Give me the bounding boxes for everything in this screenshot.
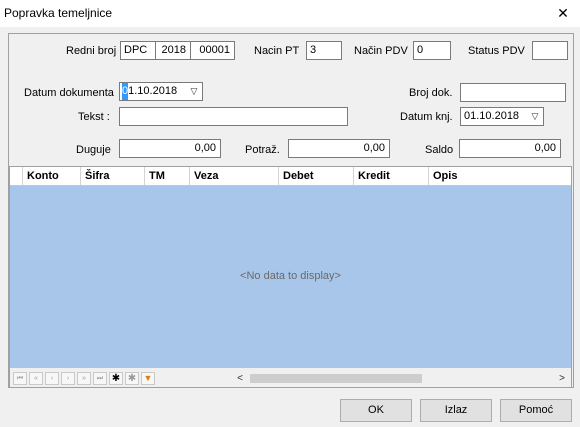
datum-dokumenta-picker[interactable]: 01.10.2018 ▽ [119,82,203,101]
datum-knj-value: 01.10.2018 [464,110,520,122]
nacin-pdv-label: Način PDV [354,45,408,57]
close-icon[interactable]: ✕ [549,2,577,24]
tekst-field[interactable] [119,107,348,126]
insert-record-icon[interactable]: ✱ [109,372,123,385]
nacin-pdv-field[interactable]: 0 [413,41,451,60]
horizontal-scrollbar[interactable]: < > [233,372,569,385]
grid-indicator-column [10,167,22,185]
entries-grid[interactable]: Konto Šifra TM Veza Debet Kredit Opis <N… [9,166,572,388]
scroll-right-icon[interactable]: > [555,372,569,385]
next-page-icon[interactable]: » [77,372,91,385]
status-pdv-field[interactable] [532,41,568,60]
broj-dok-field[interactable] [460,83,566,102]
column-sifra[interactable]: Šifra [80,167,144,185]
no-data-text: <No data to display> [240,270,341,282]
saldo-label: Saldo [425,144,454,156]
pomoc-button[interactable]: Pomoć [500,399,572,422]
datum-dokumenta-value: 1.10.2018 [128,85,178,97]
redni-broj-label: Redni broj [66,45,117,57]
datum-knj-label: Datum knj. [400,111,453,123]
datum-knj-picker[interactable]: 01.10.2018 ▽ [460,107,544,126]
grid-body[interactable]: <No data to display> [10,186,571,368]
delete-record-icon[interactable]: ✱ [125,372,139,385]
redni-broj-year-field[interactable]: 2018 [155,41,191,60]
column-konto[interactable]: Konto [22,167,80,185]
prev-record-icon[interactable]: ‹ [45,372,59,385]
nacin-pt-field[interactable]: 3 [306,41,342,60]
column-veza[interactable]: Veza [189,167,278,185]
window-title: Popravka temeljnice [4,6,113,20]
ok-button[interactable]: OK [340,399,412,422]
scrollbar-thumb[interactable] [250,374,422,383]
column-tm[interactable]: TM [144,167,189,185]
last-record-icon[interactable]: ⏭ [93,372,107,385]
redni-broj-prefix-field[interactable]: DPC [120,41,156,60]
column-kredit[interactable]: Kredit [353,167,428,185]
scroll-left-icon[interactable]: < [233,372,247,385]
title-bar: Popravka temeljnice ✕ [0,0,580,27]
duguje-field[interactable]: 0,00 [119,139,221,158]
tekst-label: Tekst : [78,111,110,123]
datum-dokumenta-label: Datum dokumenta [24,87,114,99]
chevron-down-icon[interactable]: ▽ [529,108,541,125]
redni-broj-number-field[interactable]: 00001 [190,41,235,60]
potraz-field[interactable]: 0,00 [288,139,390,158]
grid-footer: ⏮ « ‹ › » ⏭ ✱ ✱ ▼ < > [10,369,571,387]
first-record-icon[interactable]: ⏮ [13,372,27,385]
duguje-label: Duguje [76,144,111,156]
chevron-down-icon[interactable]: ▽ [188,83,200,100]
izlaz-button[interactable]: Izlaz [420,399,492,422]
status-pdv-label: Status PDV [468,45,525,57]
broj-dok-label: Broj dok. [409,87,453,99]
grid-header: Konto Šifra TM Veza Debet Kredit Opis [10,167,571,186]
potraz-label: Potraž. [245,144,280,156]
next-record-icon[interactable]: › [61,372,75,385]
nacin-pt-label: Nacin PT [254,45,300,57]
column-opis[interactable]: Opis [428,167,571,185]
filter-icon[interactable]: ▼ [141,372,155,385]
column-debet[interactable]: Debet [278,167,353,185]
prev-page-icon[interactable]: « [29,372,43,385]
saldo-field[interactable]: 0,00 [459,139,561,158]
